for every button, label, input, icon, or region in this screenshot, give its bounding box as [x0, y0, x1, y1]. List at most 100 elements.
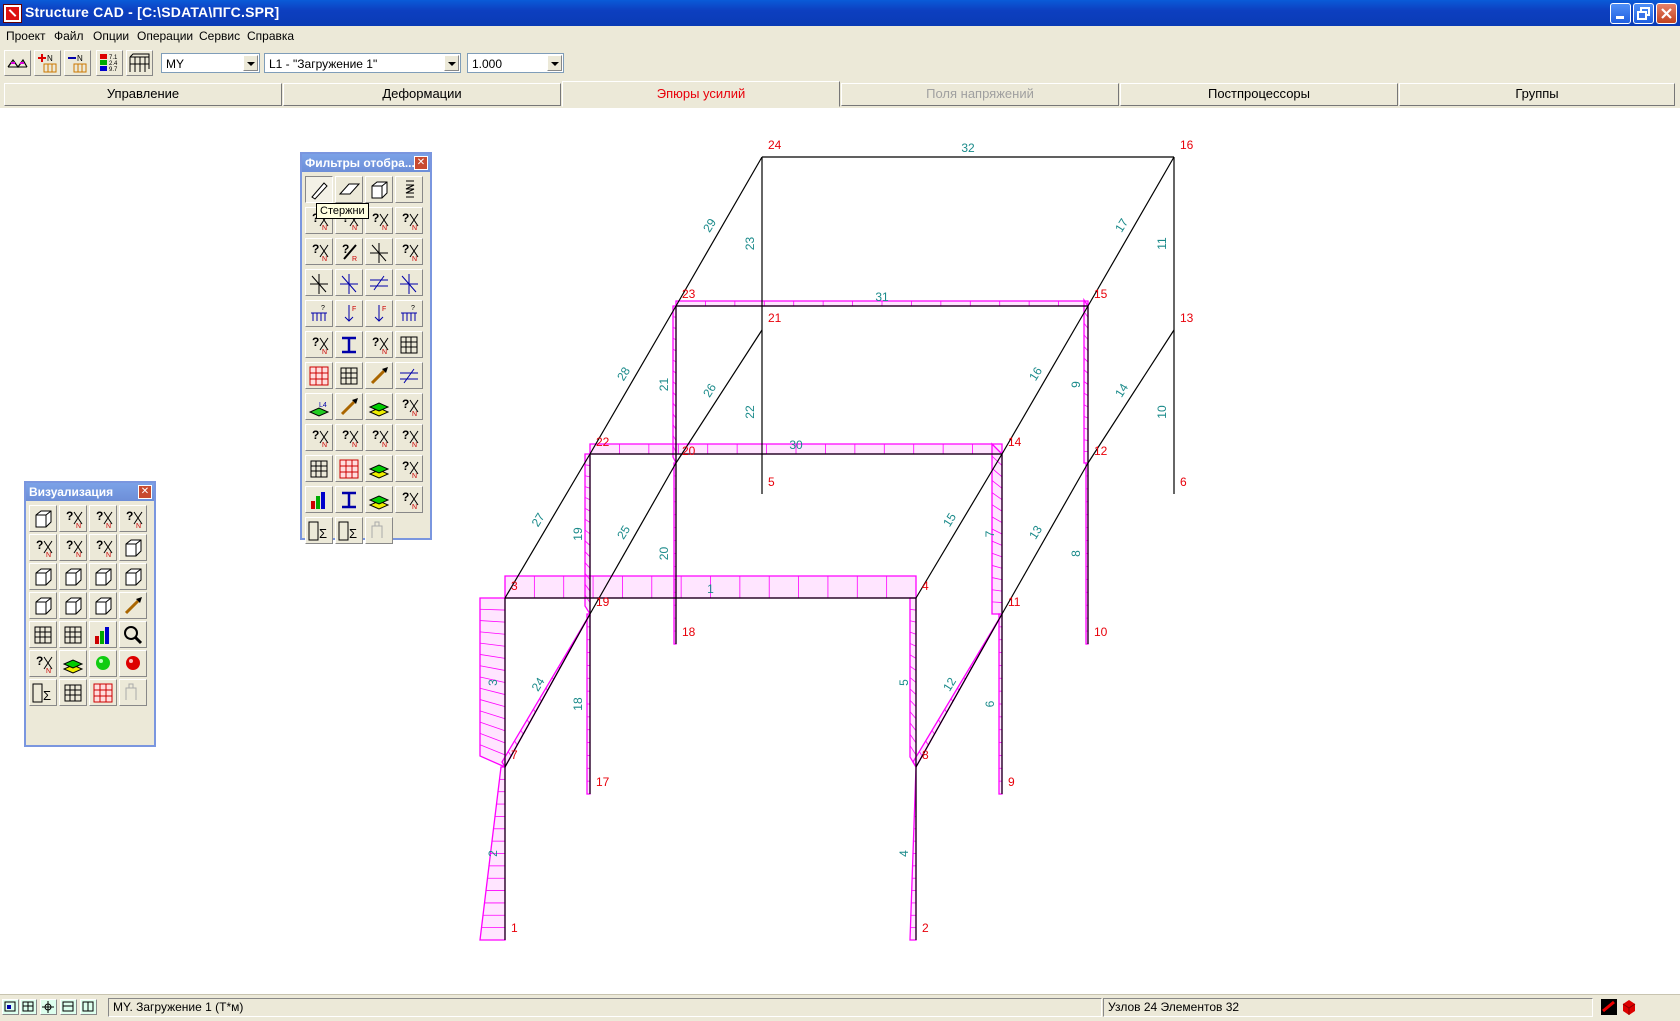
- menu-options[interactable]: Опции: [93, 29, 129, 43]
- filter-hatch2-button[interactable]: [395, 269, 423, 296]
- chevron-down-icon[interactable]: [444, 55, 459, 71]
- visual-red-light-button[interactable]: [119, 650, 147, 677]
- visual-reset-button[interactable]: ?N: [29, 650, 57, 677]
- visual-print-button[interactable]: [59, 650, 87, 677]
- filter-springs-button[interactable]: [395, 176, 423, 203]
- filter-local-axes-button[interactable]: ?N: [395, 238, 423, 265]
- restore-button[interactable]: [1633, 3, 1654, 24]
- visual-perspective-button[interactable]: [29, 505, 57, 532]
- visual-zoom-button[interactable]: [119, 621, 147, 648]
- filter-plane-shade-button[interactable]: [365, 455, 393, 482]
- menu-help[interactable]: Справка: [247, 29, 294, 43]
- filter-loads-f-button[interactable]: F: [365, 300, 393, 327]
- filter-loads-q-button[interactable]: ?: [395, 300, 423, 327]
- frame-view-button[interactable]: [126, 50, 153, 76]
- diagram-mode-button[interactable]: [4, 50, 31, 76]
- add-n-button[interactable]: N: [34, 50, 61, 76]
- tab-postprocessors[interactable]: Постпроцессоры: [1120, 83, 1398, 106]
- menu-operations[interactable]: Операции: [137, 29, 193, 43]
- visualization-panel-header[interactable]: Визуализация ✕: [26, 483, 154, 501]
- filter-sigma-table-button[interactable]: Σ: [305, 517, 333, 544]
- table-values-button[interactable]: 7.12.49.7: [96, 50, 123, 76]
- tab-control[interactable]: Управление: [4, 83, 282, 106]
- filter-fe-grid-button[interactable]: [305, 362, 333, 389]
- filters-panel-close-button[interactable]: ✕: [414, 156, 428, 170]
- view-mode-4-button[interactable]: [60, 999, 77, 1015]
- visual-grid-fill-button[interactable]: [89, 679, 117, 706]
- filter-plates-button[interactable]: [335, 176, 363, 203]
- app-icon[interactable]: [3, 4, 22, 23]
- filter-supports-button[interactable]: [365, 238, 393, 265]
- view-mode-3-button[interactable]: [40, 999, 57, 1015]
- menu-service[interactable]: Сервис: [199, 29, 240, 43]
- visual-view-top-button[interactable]: [89, 563, 117, 590]
- filter-rods-button[interactable]: [305, 176, 333, 203]
- visual-rotate-y-button[interactable]: ?N: [119, 505, 147, 532]
- filter-q-layer-button[interactable]: ?N: [395, 393, 423, 420]
- filter-beam-section-button[interactable]: [335, 486, 363, 513]
- filter-solids-button[interactable]: [365, 176, 393, 203]
- visualization-panel-close-button[interactable]: ✕: [138, 485, 152, 499]
- visual-shade-2-button[interactable]: [59, 592, 87, 619]
- filter-loads-button[interactable]: ?: [305, 300, 333, 327]
- factor-select[interactable]: MY: [161, 53, 260, 73]
- visual-shade-3-button[interactable]: [89, 592, 117, 619]
- model-canvas[interactable]: 1234567891011121314151617181920212223242…: [0, 108, 1680, 994]
- view-mode-2-button[interactable]: [20, 999, 37, 1015]
- visual-shade-1-button[interactable]: [29, 592, 57, 619]
- filter-bars-h-button[interactable]: [335, 331, 363, 358]
- filter-fe-mesh-button[interactable]: [335, 362, 363, 389]
- visual-frame-button[interactable]: [59, 621, 87, 648]
- red-box-icon[interactable]: [1600, 998, 1618, 1016]
- filter-axes-selected-button[interactable]: [335, 269, 363, 296]
- minimize-button[interactable]: [1610, 3, 1631, 24]
- frame-model-view[interactable]: 1234567891011121314151617181920212223242…: [0, 108, 1680, 994]
- menu-project[interactable]: Проект: [6, 29, 46, 43]
- close-button[interactable]: [1656, 3, 1677, 24]
- visual-view-front-button[interactable]: [29, 563, 57, 590]
- view-mode-1-button[interactable]: [2, 999, 19, 1015]
- tab-deformations[interactable]: Деформации: [283, 83, 561, 106]
- chevron-down-icon[interactable]: [547, 55, 562, 71]
- filter-grid-red-button[interactable]: [335, 455, 363, 482]
- filter-node-links-button[interactable]: ?N: [395, 207, 423, 234]
- filters-panel-header[interactable]: Фильтры отобра... ✕: [302, 154, 430, 172]
- filter-hatch-button[interactable]: [365, 269, 393, 296]
- filter-axes-button[interactable]: [305, 269, 333, 296]
- filter-rigid-bodies-button[interactable]: ?R: [335, 238, 363, 265]
- filter-load-sets-button[interactable]: [365, 486, 393, 513]
- visual-rotate-x-button[interactable]: ?N: [59, 505, 87, 532]
- filter-g-filter-button[interactable]: ?N: [335, 424, 363, 451]
- filter-l4-layer-button[interactable]: L4: [305, 393, 333, 420]
- filter-tri-filter-button[interactable]: ?N: [395, 486, 423, 513]
- filter-elem-types-button[interactable]: ?N: [305, 238, 333, 265]
- scale-select[interactable]: 1.000: [467, 53, 564, 73]
- filter-n-filter-button[interactable]: ?N: [305, 424, 333, 451]
- visual-grid-nodes-button[interactable]: [59, 679, 87, 706]
- visual-view-side-button[interactable]: [59, 563, 87, 590]
- filter-grid-pick-button[interactable]: [395, 331, 423, 358]
- filter-g2-filter-button[interactable]: ?N: [365, 424, 393, 451]
- filter-loads-down-button[interactable]: F: [335, 300, 363, 327]
- visual-green-light-button[interactable]: [89, 650, 117, 677]
- visual-rotate-x2-button[interactable]: ?N: [89, 505, 117, 532]
- red-cube-icon[interactable]: [1620, 998, 1638, 1016]
- visual-print-menu-button[interactable]: [89, 621, 117, 648]
- filter-profile-button[interactable]: [395, 362, 423, 389]
- minus-n-button[interactable]: N: [64, 50, 91, 76]
- tab-groups[interactable]: Группы: [1399, 83, 1675, 106]
- filter-cl-filter-button[interactable]: ?N: [395, 455, 423, 482]
- visual-rotate-z-button[interactable]: ?N: [29, 534, 57, 561]
- visualization-panel[interactable]: Визуализация ✕ ?N?N?N?N?N?N?NΣ: [24, 481, 156, 747]
- visual-fragment-button[interactable]: [29, 621, 57, 648]
- load-case-select[interactable]: L1 - "Загружение 1": [264, 53, 461, 73]
- visual-view-iso-button[interactable]: [119, 563, 147, 590]
- filter-pipes-button[interactable]: [365, 362, 393, 389]
- visual-box-select-button[interactable]: [119, 534, 147, 561]
- filter-layers-button[interactable]: [365, 393, 393, 420]
- filter-brush-button[interactable]: [335, 393, 363, 420]
- filter-l-filter-button[interactable]: ?N: [395, 424, 423, 451]
- display-filters-panel[interactable]: Фильтры отобра... ✕ ?N?N?N?N?N?R?N?FF??N…: [300, 152, 432, 540]
- filter-node-hinges-button[interactable]: ?N: [365, 207, 393, 234]
- filter-moments-button[interactable]: ?N: [305, 331, 333, 358]
